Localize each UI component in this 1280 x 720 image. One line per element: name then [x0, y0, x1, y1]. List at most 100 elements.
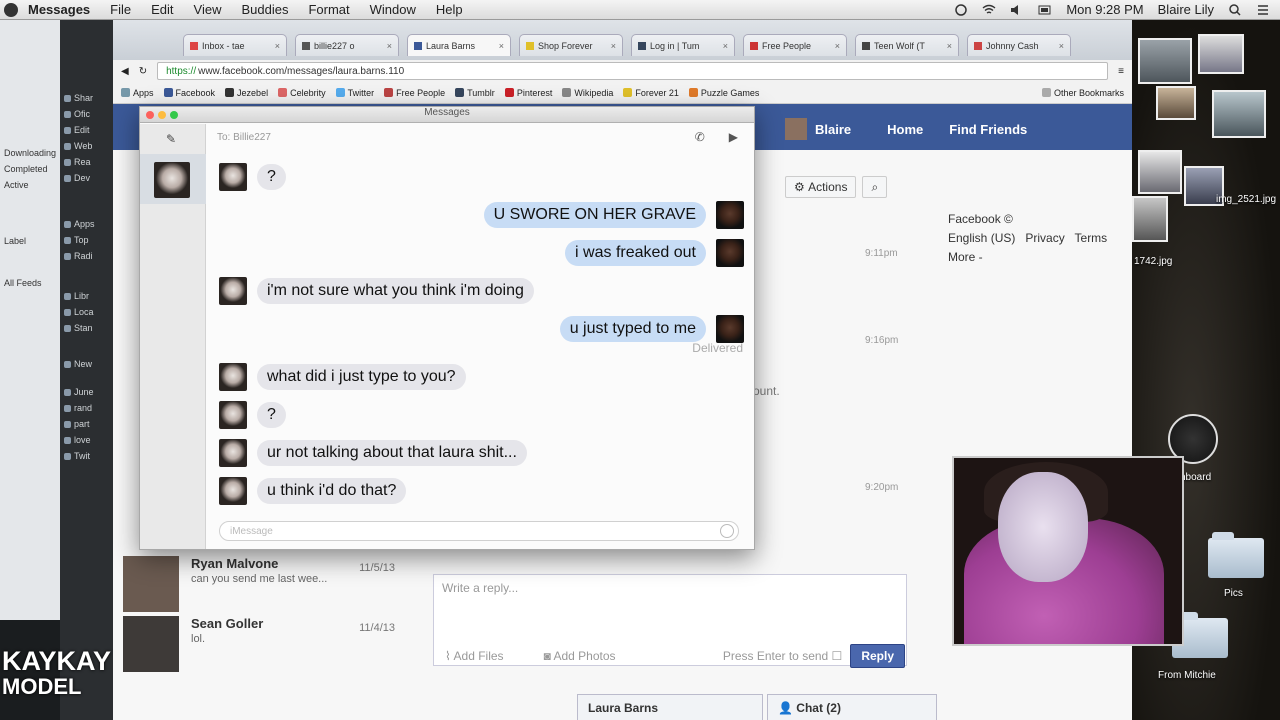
finder-item[interactable]: All Feeds [0, 275, 60, 291]
sidebar-item[interactable]: Apps [60, 216, 115, 232]
conversation-list-item[interactable] [140, 154, 206, 204]
browser-tab-active[interactable]: Laura Barns × [407, 34, 511, 56]
close-tab-icon[interactable]: × [723, 41, 728, 51]
browser-tab[interactable]: Free People × [743, 34, 847, 56]
time-machine-icon[interactable] [954, 3, 968, 16]
menu-window[interactable]: Window [370, 2, 416, 17]
sidebar-item[interactable]: love [60, 432, 115, 448]
browser-tab[interactable]: Johnny Cash × [967, 34, 1071, 56]
sidebar-item[interactable]: Dev [60, 170, 115, 186]
add-photos-button[interactable]: ◙ Add Photos [544, 649, 616, 663]
menu-buddies[interactable]: Buddies [241, 2, 288, 17]
press-enter-checkbox[interactable]: Press Enter to send ☐ [723, 649, 842, 663]
conversation-list-item[interactable]: Sean Goller lol. 11/4/13 [123, 616, 413, 678]
close-tab-icon[interactable]: × [835, 41, 840, 51]
finder-item[interactable]: Downloading [0, 145, 60, 161]
sidebar-item[interactable]: Rea [60, 154, 115, 170]
actions-button[interactable]: ⚙ Actions [785, 176, 857, 198]
notification-center-icon[interactable] [1256, 4, 1270, 16]
menu-edit[interactable]: Edit [151, 2, 173, 17]
menu-user[interactable]: Blaire Lily [1158, 2, 1214, 17]
finder-item[interactable]: Completed [0, 161, 60, 177]
bookmark-jezebel[interactable]: Jezebel [225, 88, 268, 98]
spotlight-search-icon[interactable] [1228, 3, 1242, 16]
desktop-file-thumbnail[interactable] [1132, 196, 1168, 242]
apple-menu-icon[interactable] [4, 2, 18, 17]
menu-app-name[interactable]: Messages [28, 2, 90, 17]
find-friends-link[interactable]: Find Friends [949, 122, 1027, 137]
emoji-icon[interactable] [720, 524, 734, 538]
sidebar-item[interactable]: Twit [60, 448, 115, 464]
sidebar-item[interactable]: Loca [60, 304, 115, 320]
sidebar-item[interactable]: Ofic [60, 106, 115, 122]
search-thread-button[interactable]: ⌕ [862, 176, 888, 198]
video-camera-icon[interactable]: ▶ [729, 130, 738, 144]
browser-tab[interactable]: Inbox - tae × [183, 34, 287, 56]
menu-view[interactable]: View [194, 2, 222, 17]
menu-icon[interactable]: ≡ [1118, 66, 1124, 77]
sidebar-item[interactable]: Radi [60, 248, 115, 264]
footer-more-link[interactable]: More - [948, 248, 1107, 267]
add-files-button[interactable]: ⌇ Add Files [445, 649, 504, 663]
footer-link-terms[interactable]: Terms [1075, 231, 1108, 245]
home-link[interactable]: Home [887, 122, 923, 137]
sidebar-item[interactable]: part [60, 416, 115, 432]
close-tab-icon[interactable]: × [1059, 41, 1064, 51]
bookmark-facebook[interactable]: Facebook [163, 88, 215, 98]
sidebar-item[interactable]: Edit [60, 122, 115, 138]
desktop-file-thumbnail[interactable] [1198, 34, 1244, 74]
sidebar-item[interactable]: Web [60, 138, 115, 154]
bookmark-celebrity[interactable]: Celebrity [278, 88, 326, 98]
address-bar[interactable]: https://www.facebook.com/messages/laura.… [157, 62, 1109, 80]
close-window-icon[interactable] [146, 111, 154, 119]
volume-icon[interactable] [1010, 4, 1024, 16]
close-tab-icon[interactable]: × [947, 41, 952, 51]
browser-tab[interactable]: Log in | Tum × [631, 34, 735, 56]
chat-tab-laura-barns[interactable]: Laura Barns [577, 694, 763, 720]
close-tab-icon[interactable]: × [387, 41, 392, 51]
browser-tab[interactable]: billie227 o × [295, 34, 399, 56]
desktop-file-label[interactable]: 1742.jpg [1134, 256, 1172, 267]
close-tab-icon[interactable]: × [499, 41, 504, 51]
desktop-file-label[interactable]: img_2521.jpg [1216, 194, 1276, 205]
desktop-folder-label[interactable]: Pics [1224, 588, 1243, 599]
chat-tab-chat[interactable]: 👤 Chat (2) [767, 694, 937, 720]
folder-icon[interactable] [1208, 532, 1264, 578]
message-input[interactable]: iMessage [219, 521, 739, 541]
sidebar-item[interactable]: New [60, 356, 115, 372]
menu-format[interactable]: Format [308, 2, 349, 17]
browser-tab[interactable]: Shop Forever × [519, 34, 623, 56]
desktop-app-label[interactable]: hboard [1180, 472, 1211, 483]
bookmark-other[interactable]: Other Bookmarks [1041, 88, 1124, 98]
sidebar-item[interactable]: Libr [60, 288, 115, 304]
sidebar-item[interactable]: Shar [60, 90, 115, 106]
sidebar-item[interactable]: June [60, 384, 115, 400]
sidebar-item[interactable]: Stan [60, 320, 115, 336]
phone-icon[interactable]: ✆ [695, 130, 705, 144]
minimize-window-icon[interactable] [158, 111, 166, 119]
profile-link[interactable]: Blaire [815, 122, 851, 137]
compose-icon[interactable]: ✎ [166, 132, 176, 146]
menu-help[interactable]: Help [436, 2, 463, 17]
bookmark-tumblr[interactable]: Tumblr [455, 88, 495, 98]
sidebar-item[interactable]: rand [60, 400, 115, 416]
back-icon[interactable]: ◀ [121, 66, 129, 77]
desktop-file-thumbnail[interactable] [1138, 150, 1182, 194]
bookmark-wikipedia[interactable]: Wikipedia [562, 88, 613, 98]
bookmark-puzzle-games[interactable]: Puzzle Games [688, 88, 759, 98]
avatar[interactable] [785, 118, 807, 140]
desktop-folder-label[interactable]: From Mitchie [1158, 670, 1216, 681]
bookmark-twitter[interactable]: Twitter [335, 88, 374, 98]
desktop-file-thumbnail[interactable] [1212, 90, 1266, 138]
conversation-list-item[interactable]: Ryan Malvone can you send me last wee...… [123, 556, 413, 618]
footer-link-language[interactable]: English (US) [948, 231, 1015, 245]
sidebar-item[interactable]: Top [60, 232, 115, 248]
finder-item[interactable]: Active [0, 177, 60, 193]
footer-link-privacy[interactable]: Privacy [1025, 231, 1064, 245]
menu-file[interactable]: File [110, 2, 131, 17]
bookmark-free-people[interactable]: Free People [384, 88, 445, 98]
finder-item[interactable]: Label [0, 233, 60, 249]
bookmark-apps[interactable]: Apps [121, 88, 154, 98]
menu-clock[interactable]: Mon 9:28 PM [1066, 2, 1143, 17]
browser-tab[interactable]: Teen Wolf (T × [855, 34, 959, 56]
